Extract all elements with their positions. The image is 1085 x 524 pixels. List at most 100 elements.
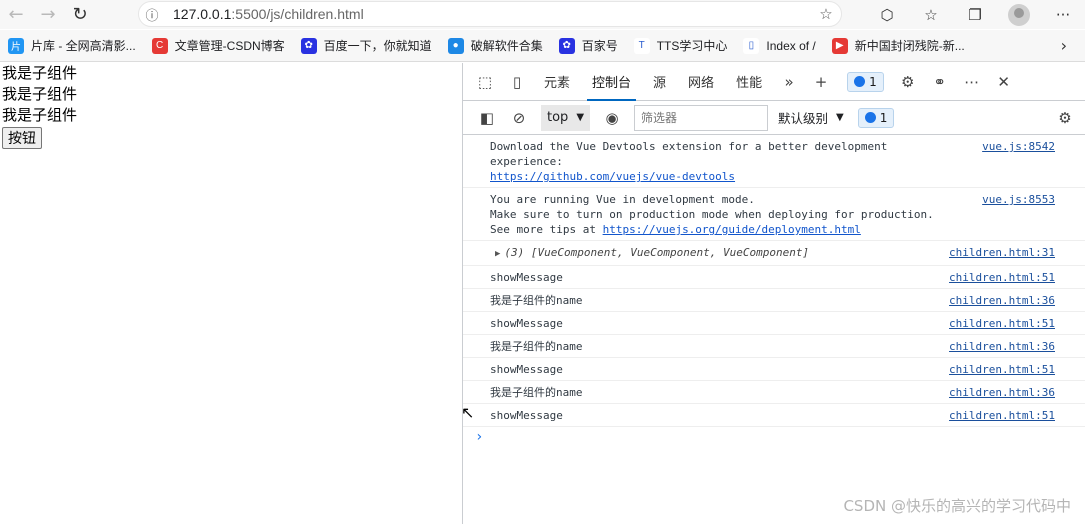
- console-message-text: You are running Vue in development mode.…: [490, 193, 934, 236]
- close-devtools-icon[interactable]: ✕: [988, 67, 1020, 97]
- devtools-tab[interactable]: 控制台: [581, 63, 642, 101]
- console-source-link[interactable]: children.html:36: [949, 339, 1055, 354]
- console-message: You are running Vue in development mode.…: [463, 188, 1085, 241]
- bookmarks-bar: 片片库 - 全网高清影... C 文章管理-CSDN博客 ✿ 百度一下，你就知道 ● 破解软…: [0, 30, 1085, 62]
- console-message-text: showMessage: [490, 363, 563, 376]
- settings-icon[interactable]: ⚙: [892, 67, 924, 97]
- console-source-link[interactable]: children.html:36: [949, 293, 1055, 308]
- console-link[interactable]: https://github.com/vuejs/vue-devtools: [490, 170, 735, 183]
- console-source-link[interactable]: children.html:31: [949, 245, 1055, 260]
- devtools-tab[interactable]: 元素: [533, 63, 581, 101]
- console-source-link[interactable]: children.html:36: [949, 385, 1055, 400]
- bookmark-item[interactable]: ✿ 百度一下，你就知道: [300, 37, 432, 54]
- console-source-link[interactable]: children.html:51: [949, 270, 1055, 285]
- console-source-link[interactable]: children.html:51: [949, 316, 1055, 331]
- context-select[interactable]: top ▼: [541, 104, 591, 131]
- child-component-text: 我是子组件: [2, 106, 78, 124]
- console-message: showMessage children.html:51: [463, 358, 1085, 381]
- url-text[interactable]: 127.0.0.1:5500/js/children.html: [165, 6, 811, 22]
- more-tabs-icon[interactable]: »: [773, 67, 805, 97]
- console-message-text: 我是子组件的name: [490, 294, 583, 307]
- console-settings-icon[interactable]: ⚙: [1049, 103, 1081, 133]
- bookmark-favicon-icon: ▶: [831, 37, 848, 54]
- console-prompt[interactable]: ›: [463, 427, 1085, 445]
- sidebar-toggle-icon[interactable]: ◧: [471, 103, 503, 133]
- log-level-select[interactable]: 默认级别 ▼: [778, 108, 844, 127]
- bookmark-item[interactable]: ▶ 新中国封闭残院-新...: [831, 37, 965, 54]
- console-message: Download the Vue Devtools extension for …: [463, 135, 1085, 188]
- console-filter-bar: ◧ ⊘ top▼ ◉ 默认级别▼ 1 ⚙: [463, 101, 1085, 135]
- devtools-tab[interactable]: 性能: [725, 63, 773, 101]
- child-component-text: 我是子组件: [2, 85, 78, 103]
- bookmark-label: TTS学习中心: [656, 39, 728, 53]
- mouse-cursor-icon: ↖: [461, 403, 475, 422]
- bookmark-favicon-icon: C: [151, 37, 168, 54]
- chevron-down-icon: ▼: [836, 112, 844, 123]
- bookmark-label: 文章管理-CSDN博客: [174, 39, 285, 53]
- console-message: 我是子组件的name children.html:36: [463, 335, 1085, 358]
- device-toolbar-icon[interactable]: ▯: [501, 67, 533, 97]
- more-icon[interactable]: ···: [1041, 0, 1085, 29]
- console-message-text: Download the Vue Devtools extension for …: [490, 140, 888, 183]
- expand-triangle-icon[interactable]: ▶: [495, 249, 500, 259]
- devtools-tab[interactable]: 网络: [677, 63, 725, 101]
- bookmark-item[interactable]: ▯ Index of /: [743, 37, 816, 54]
- console-source-link[interactable]: vue.js:8542: [982, 139, 1055, 154]
- bookmark-favicon-icon: ▯: [743, 37, 760, 54]
- inspect-icon[interactable]: ⬚: [469, 67, 501, 97]
- console-source-link[interactable]: vue.js:8553: [982, 192, 1055, 207]
- console-message-text: 我是子组件的name: [490, 386, 583, 399]
- console-message: 我是子组件的name children.html:36: [463, 289, 1085, 312]
- console-message: 我是子组件的name children.html:36: [463, 381, 1085, 404]
- connect-icon[interactable]: ⚭: [924, 67, 956, 97]
- console-message-text[interactable]: (3) [VueComponent, VueComponent, VueComp…: [504, 246, 809, 259]
- page-button[interactable]: 按钮: [2, 127, 42, 149]
- avatar-icon: [1008, 3, 1030, 26]
- clear-console-icon[interactable]: ⊘: [503, 103, 535, 133]
- collections-icon[interactable]: ❐: [953, 0, 997, 29]
- chevron-down-icon: ▼: [576, 112, 585, 123]
- filter-issues-badge[interactable]: 1: [857, 107, 895, 128]
- bookmark-item[interactable]: ● 破解软件合集: [447, 37, 543, 54]
- bookmark-item[interactable]: 片片库 - 全网高清影...: [8, 37, 136, 54]
- console-message-text: showMessage: [490, 317, 563, 330]
- bookmark-label: Index of /: [766, 38, 816, 53]
- console-message-text: 我是子组件的name: [490, 340, 583, 353]
- bookmarks-more-icon[interactable]: ›: [1061, 36, 1067, 55]
- issues-badge[interactable]: 1: [847, 71, 884, 92]
- bookmark-favicon-icon: 片: [8, 37, 24, 54]
- back-icon[interactable]: ←: [0, 2, 32, 28]
- bookmark-favicon-icon: ✿: [300, 37, 317, 54]
- console-message: ▶ (3) [VueComponent, VueComponent, VueCom…: [463, 241, 1085, 266]
- console-source-link[interactable]: children.html:51: [949, 408, 1055, 423]
- console-link[interactable]: https://vuejs.org/guide/deployment.html: [603, 223, 861, 236]
- bookmark-label: 片库 - 全网高清影...: [31, 39, 136, 53]
- watermark: CSDN @快乐的高兴的学习代码中: [843, 497, 1071, 515]
- bookmark-label: 百家号: [581, 39, 618, 53]
- browser-toolbar: ← → ↻ ⓘ 127.0.0.1:5500/js/children.html …: [0, 0, 1085, 29]
- add-favorite-icon[interactable]: ☆: [811, 5, 841, 23]
- bookmark-item[interactable]: C 文章管理-CSDN博客: [151, 37, 285, 54]
- refresh-icon[interactable]: ↻: [64, 2, 96, 28]
- bookmark-label: 新中国封闭残院-新...: [854, 39, 965, 53]
- bookmark-item[interactable]: T TTS学习中心: [633, 37, 728, 54]
- child-component-text: 我是子组件: [2, 64, 78, 82]
- extensions-icon[interactable]: ⬡: [865, 0, 909, 29]
- site-info-icon[interactable]: ⓘ: [139, 5, 165, 24]
- message-icon: [854, 76, 866, 87]
- bookmark-label: 破解软件合集: [470, 39, 543, 53]
- bookmark-label: 百度一下，你就知道: [323, 39, 432, 53]
- favorites-icon[interactable]: ☆: [909, 0, 953, 29]
- console-filter-input[interactable]: [634, 104, 769, 131]
- bookmark-favicon-icon: ✿: [558, 37, 575, 54]
- devtools-menu-icon[interactable]: ⋯: [956, 67, 988, 97]
- live-expression-icon[interactable]: ◉: [596, 103, 628, 133]
- devtools-tab[interactable]: 源: [642, 63, 677, 101]
- console-message-text: showMessage: [490, 409, 563, 422]
- address-bar[interactable]: ⓘ 127.0.0.1:5500/js/children.html ☆: [138, 1, 842, 27]
- forward-icon[interactable]: →: [32, 2, 64, 28]
- console-source-link[interactable]: children.html:51: [949, 362, 1055, 377]
- bookmark-item[interactable]: ✿ 百家号: [558, 37, 618, 54]
- profile-button[interactable]: [997, 0, 1041, 29]
- add-tab-icon[interactable]: +: [805, 67, 837, 97]
